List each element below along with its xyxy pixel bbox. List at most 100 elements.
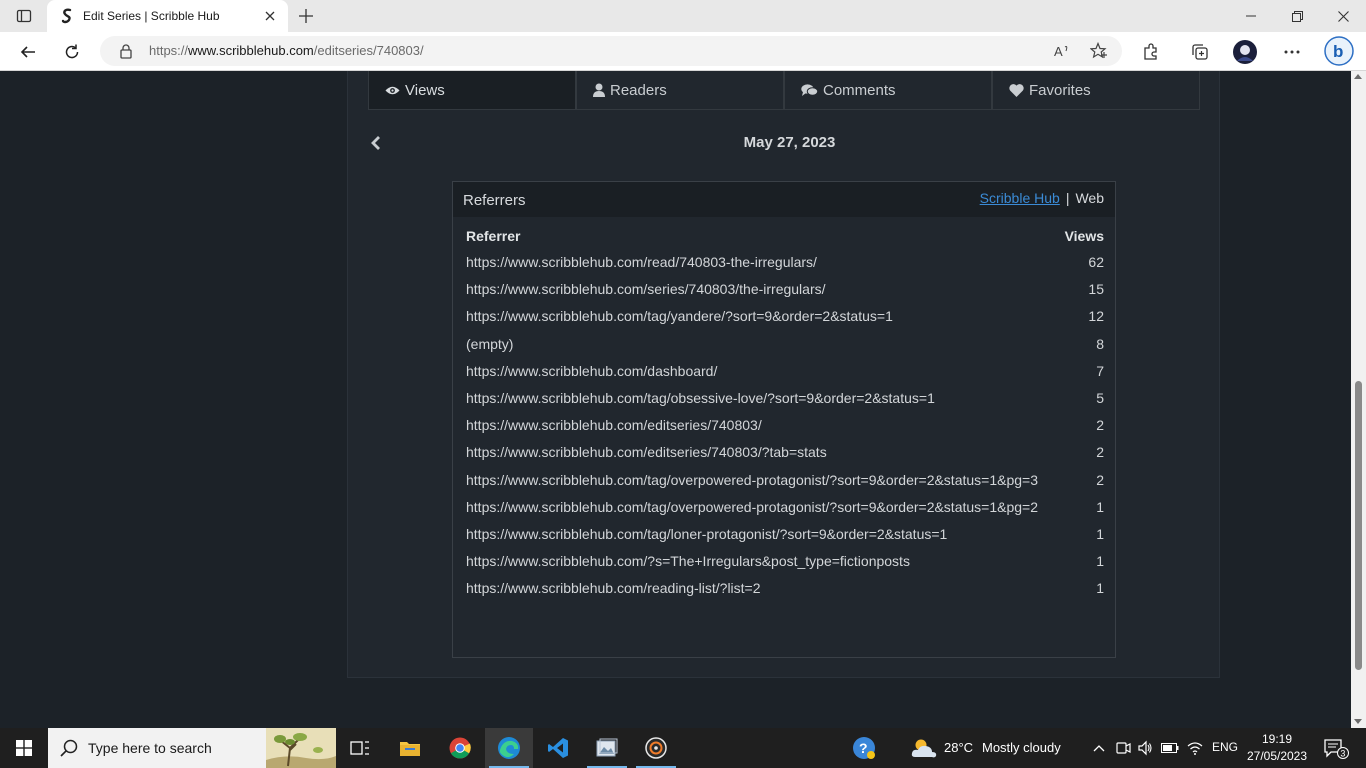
table-row: https://www.scribblehub.com/editseries/7… bbox=[465, 412, 1105, 439]
date-label: May 27, 2023 bbox=[743, 134, 836, 151]
referrer-views: 12 bbox=[1088, 308, 1104, 325]
photos-app-button[interactable] bbox=[583, 728, 631, 768]
avatar bbox=[1233, 40, 1257, 64]
source-separator: | bbox=[1065, 190, 1070, 206]
scroll-thumb[interactable] bbox=[1355, 381, 1362, 670]
favorite-star-icon[interactable] bbox=[1090, 42, 1108, 60]
referrer-url: https://www.scribblehub.com/reading-list… bbox=[466, 580, 761, 597]
tab-views-label: Views bbox=[405, 81, 445, 99]
search-placeholder: Type here to search bbox=[88, 740, 212, 756]
weather-cloud-sun-icon[interactable] bbox=[910, 736, 938, 760]
referrer-views: 2 bbox=[1096, 417, 1104, 434]
chrome-button[interactable] bbox=[436, 728, 484, 768]
restore-button[interactable] bbox=[1274, 0, 1320, 32]
vscode-icon bbox=[548, 738, 568, 758]
table-row: https://www.scribblehub.com/series/74080… bbox=[465, 276, 1105, 303]
help-icon[interactable]: ? bbox=[852, 736, 876, 760]
referrer-views: 2 bbox=[1096, 444, 1104, 461]
media-app-button[interactable] bbox=[632, 728, 680, 768]
url-text: https://www.scribblehub.com/editseries/7… bbox=[149, 43, 424, 58]
referrer-url: https://www.scribblehub.com/editseries/7… bbox=[466, 417, 762, 434]
tab-readers-label: Readers bbox=[610, 81, 667, 99]
back-arrow-icon bbox=[20, 46, 35, 58]
task-view-button[interactable] bbox=[336, 728, 384, 768]
referrer-views: 1 bbox=[1096, 525, 1104, 542]
file-explorer-button[interactable] bbox=[386, 728, 434, 768]
tab-favorites-label: Favorites bbox=[1029, 81, 1091, 99]
heart-icon bbox=[1009, 83, 1024, 97]
url-field[interactable]: https://www.scribblehub.com/editseries/7… bbox=[100, 36, 1122, 66]
folder-icon bbox=[400, 742, 420, 756]
source-scribblehub-link[interactable]: Scribble Hub bbox=[980, 190, 1060, 206]
restore-icon bbox=[1291, 10, 1303, 22]
table-row: https://www.scribblehub.com/tag/overpowe… bbox=[465, 494, 1105, 521]
input-language[interactable]: ENG bbox=[1212, 740, 1238, 754]
tab-views[interactable]: Views bbox=[368, 71, 576, 110]
extensions-button[interactable] bbox=[1139, 40, 1163, 64]
vscode-button[interactable] bbox=[534, 728, 582, 768]
settings-more-button[interactable] bbox=[1280, 40, 1304, 64]
svg-text:b: b bbox=[1333, 42, 1343, 61]
start-button[interactable] bbox=[0, 728, 48, 768]
read-aloud-icon[interactable]: A bbox=[1054, 42, 1072, 60]
tab-comments[interactable]: Comments bbox=[784, 71, 992, 110]
referrer-views: 1 bbox=[1096, 553, 1104, 570]
meet-now-icon[interactable] bbox=[1114, 739, 1132, 757]
page-scrollbar[interactable] bbox=[1351, 71, 1366, 728]
bing-icon: b bbox=[1324, 36, 1354, 66]
search-icon bbox=[60, 739, 78, 757]
table-row: (empty) 8 bbox=[465, 331, 1105, 358]
refresh-button[interactable] bbox=[58, 38, 86, 66]
referrer-source-switch: Scribble Hub | Web bbox=[980, 190, 1104, 206]
url-prefix: https:// bbox=[149, 43, 189, 58]
volume-icon[interactable] bbox=[1136, 739, 1154, 757]
collections-icon bbox=[1192, 44, 1208, 60]
image-viewer-icon bbox=[596, 738, 618, 757]
chevron-up-icon[interactable] bbox=[1090, 739, 1108, 757]
notification-count: 3 bbox=[1340, 749, 1345, 759]
referrer-views: 7 bbox=[1096, 362, 1104, 379]
weather-temperature[interactable]: 28°C bbox=[944, 740, 973, 755]
tab-close-icon[interactable] bbox=[262, 8, 278, 24]
browser-tab-active[interactable]: Edit Series | Scribble Hub bbox=[47, 0, 288, 32]
table-row: https://www.scribblehub.com/dashboard/7 bbox=[465, 358, 1105, 385]
windows-taskbar: Type here to search ? 28°C Mostly cloudy bbox=[0, 728, 1366, 768]
refresh-icon bbox=[65, 44, 79, 59]
address-toolbar: https://www.scribblehub.com/editseries/7… bbox=[0, 32, 1366, 71]
notifications-button[interactable]: 3 bbox=[1316, 728, 1356, 768]
minimize-button[interactable] bbox=[1228, 0, 1274, 32]
scroll-up-arrow-icon[interactable] bbox=[1354, 74, 1362, 79]
source-web-link[interactable]: Web bbox=[1075, 190, 1104, 206]
referrer-url: https://www.scribblehub.com/tag/overpowe… bbox=[466, 498, 1038, 515]
collections-button[interactable] bbox=[1188, 40, 1212, 64]
plus-icon bbox=[299, 9, 313, 23]
referrer-url: https://www.scribblehub.com/editseries/7… bbox=[466, 444, 827, 461]
referrers-table-body: https://www.scribblehub.com/read/740803-… bbox=[465, 249, 1105, 602]
bing-copilot-button[interactable]: b bbox=[1324, 36, 1354, 66]
close-window-button[interactable] bbox=[1320, 0, 1366, 32]
table-row: https://www.scribblehub.com/tag/overpowe… bbox=[465, 467, 1105, 494]
wifi-icon[interactable] bbox=[1186, 739, 1204, 757]
tab-readers[interactable]: Readers bbox=[576, 71, 784, 110]
new-tab-button[interactable] bbox=[294, 4, 318, 28]
table-row: https://www.scribblehub.com/tag/obsessiv… bbox=[465, 385, 1105, 412]
tab-actions-button[interactable] bbox=[8, 4, 40, 28]
date-navigation: May 27, 2023 bbox=[368, 129, 1200, 157]
battery-icon[interactable] bbox=[1161, 739, 1179, 757]
profile-button[interactable] bbox=[1233, 40, 1257, 64]
referrer-url: https://www.scribblehub.com/tag/yandere/… bbox=[466, 308, 893, 325]
edge-button[interactable] bbox=[485, 728, 533, 768]
tab-favorites[interactable]: Favorites bbox=[992, 71, 1200, 110]
referrers-header: Referrers Scribble Hub | Web bbox=[453, 182, 1115, 217]
user-icon bbox=[593, 83, 605, 97]
eye-icon bbox=[385, 85, 400, 96]
referrer-views: 62 bbox=[1088, 254, 1104, 271]
back-button[interactable] bbox=[14, 38, 42, 66]
table-row: https://www.scribblehub.com/reading-list… bbox=[465, 575, 1105, 602]
scroll-down-arrow-icon[interactable] bbox=[1354, 719, 1362, 724]
referrers-title: Referrers bbox=[463, 192, 526, 209]
system-clock[interactable]: 19:19 27/05/2023 bbox=[1246, 731, 1308, 765]
browser-tab-bar: Edit Series | Scribble Hub bbox=[0, 0, 1366, 32]
weather-description[interactable]: Mostly cloudy bbox=[982, 740, 1061, 755]
taskbar-search-box[interactable]: Type here to search bbox=[48, 728, 336, 768]
